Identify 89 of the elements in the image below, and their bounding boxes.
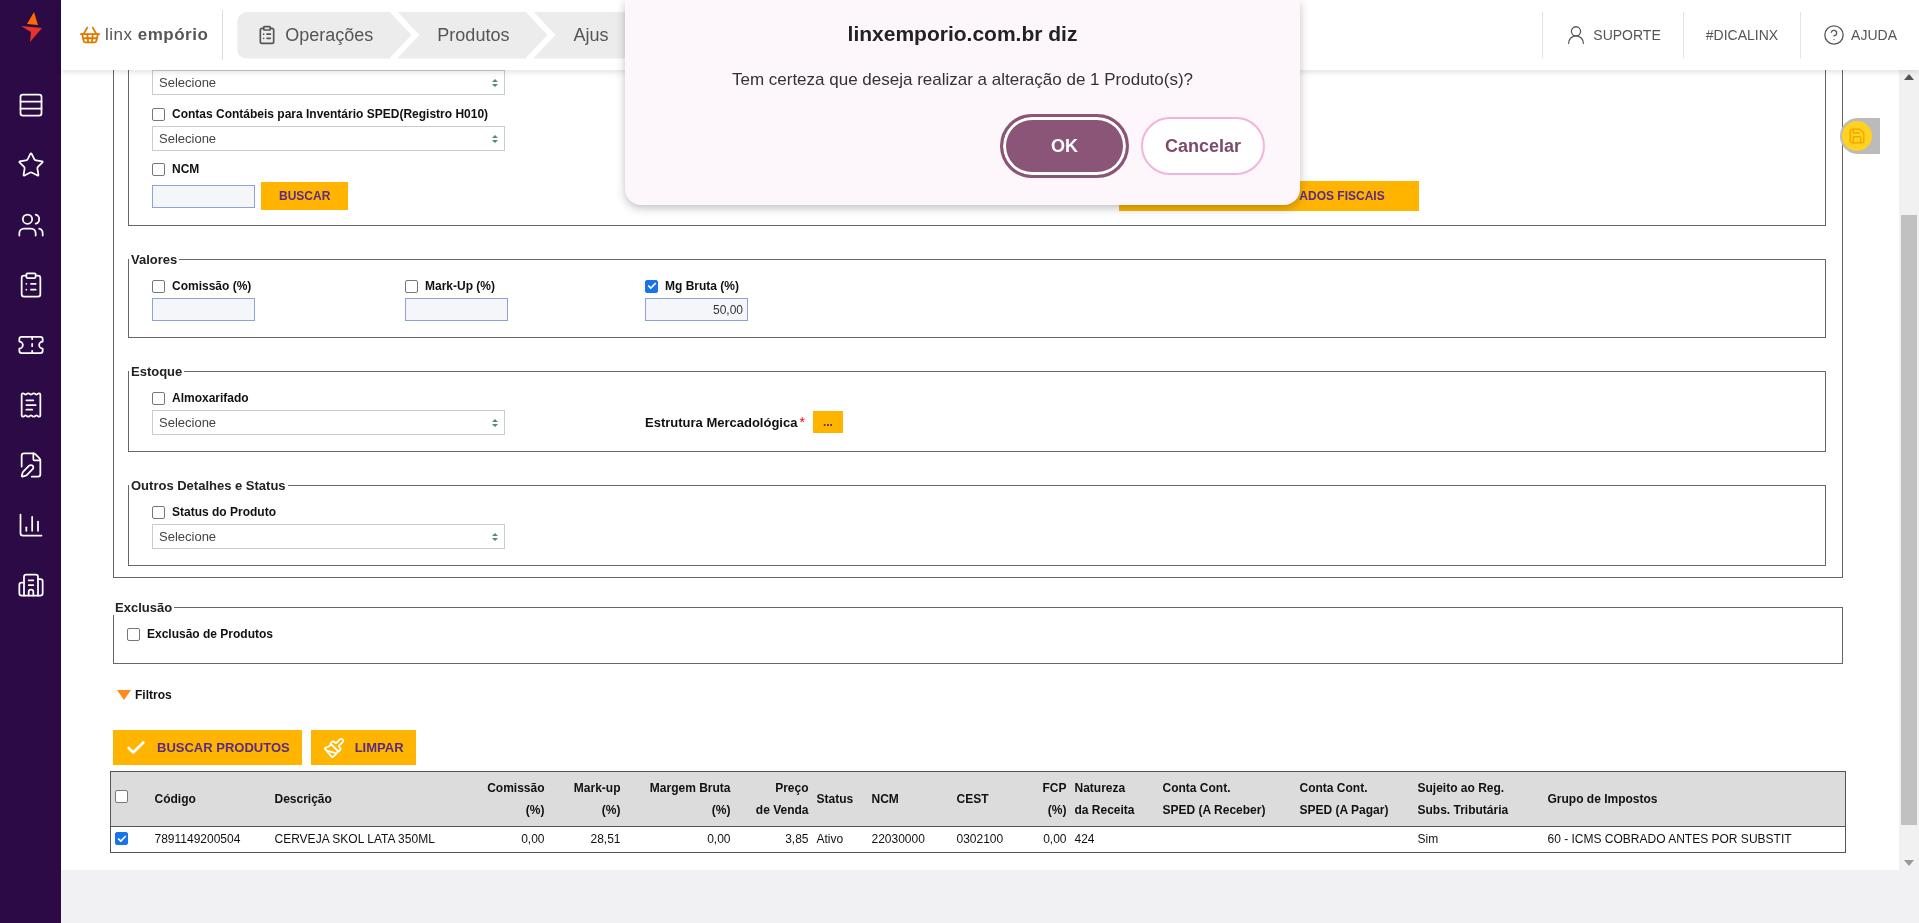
table-cell: 0,00 <box>478 826 549 852</box>
checkbox[interactable] <box>152 162 165 176</box>
checkbox[interactable] <box>115 790 128 803</box>
column-header: CEST <box>952 771 1033 827</box>
table-cell: 424 <box>1070 826 1159 852</box>
table-cell: 22030000 <box>867 826 953 852</box>
select-field[interactable]: Selecione <box>152 524 505 549</box>
column-header: Código <box>150 771 271 827</box>
column-header: NCM <box>867 771 953 827</box>
column-header: Natureza da Receita <box>1070 771 1159 827</box>
checkbox-label[interactable]: Almoxarifado <box>152 389 405 407</box>
dialog-button[interactable]: OK <box>999 114 1129 178</box>
number-input[interactable]: 50,00 <box>645 298 748 321</box>
checkbox[interactable] <box>645 279 658 293</box>
checkbox-label[interactable]: Comissão (%) <box>152 277 405 295</box>
table-cell: 0,00 <box>624 826 735 852</box>
save-icon <box>1848 127 1866 145</box>
caret-icon <box>492 77 498 88</box>
select-field[interactable]: Selecione <box>152 126 505 151</box>
section-title: Outros Detalhes e Status <box>130 478 287 493</box>
column-header: Descrição <box>270 771 479 827</box>
checkbox[interactable] <box>115 832 128 845</box>
select-field[interactable]: Selecione <box>152 410 505 435</box>
table-cell: CERVEJA SKOL LATA 350ML <box>270 826 479 852</box>
checkbox[interactable] <box>405 279 418 293</box>
column-header: Sujeito ao Reg. Subs. Tributária <box>1413 771 1544 827</box>
column-header: FCP (%) <box>1032 771 1071 827</box>
column-header: Margem Bruta (%) <box>624 771 735 827</box>
required-mark: * <box>799 414 805 430</box>
field-label: Estrutura Mercadológica <box>645 414 798 430</box>
brand-name: linx empório <box>105 25 209 45</box>
section-title: Valores <box>130 252 179 267</box>
table-cell: Ativo <box>812 826 868 852</box>
dialog-button[interactable]: Cancelar <box>1140 117 1265 175</box>
dialog-title: linxemporio.com.br diz <box>847 22 1078 46</box>
table-cell: 7891149200504 <box>150 826 271 852</box>
column-header: Grupo de Impostos <box>1543 771 1846 827</box>
brand-logo[interactable]: linx empório <box>61 10 224 60</box>
search-button[interactable]: BUSCAR <box>261 182 349 210</box>
number-input[interactable] <box>405 298 508 321</box>
table-cell: 3,85 <box>734 826 813 852</box>
section-title: Exclusão <box>114 600 174 615</box>
checkbox[interactable] <box>127 627 140 641</box>
header-link[interactable]: SUPORTE <box>1542 12 1683 58</box>
basket-icon <box>79 24 101 46</box>
column-header: Mark-up (%) <box>548 771 625 827</box>
breadcrumb-item[interactable]: Operações <box>237 11 412 59</box>
caret-icon <box>492 531 498 542</box>
action-button[interactable]: LIMPAR <box>310 730 416 765</box>
checkbox-label[interactable]: Exclusão de Produtos <box>127 625 1818 643</box>
dialog-message: Tem certeza que deseja realizar a alteração de 1 Produto(s)? <box>731 70 1194 90</box>
scroll-up-icon[interactable] <box>1904 74 1914 80</box>
filters-toggle[interactable]: Filtros <box>117 688 172 702</box>
section-title: Estoque <box>130 364 184 379</box>
ncm-input[interactable] <box>152 184 255 208</box>
scrollbar[interactable] <box>1899 70 1919 870</box>
table-cell: 28,51 <box>548 826 625 852</box>
checkbox[interactable] <box>152 107 165 121</box>
column-header: Conta Cont. SPED (A Receber) <box>1158 771 1296 827</box>
scroll-down-icon[interactable] <box>1904 860 1914 866</box>
checkbox-label[interactable]: Mark-Up (%) <box>405 277 645 295</box>
more-button[interactable]: ... <box>812 411 843 433</box>
number-input[interactable] <box>152 298 255 321</box>
header-link[interactable]: AJUDA <box>1800 12 1919 58</box>
action-button[interactable]: BUSCAR PRODUTOS <box>113 730 302 765</box>
caret-icon <box>492 417 498 428</box>
building-icon[interactable] <box>16 571 45 599</box>
select-field[interactable]: Selecione <box>152 70 505 95</box>
table-cell: 0302100 <box>952 826 1033 852</box>
checkbox[interactable] <box>152 279 165 293</box>
star-icon[interactable] <box>16 151 45 179</box>
breadcrumb-item[interactable]: Produtos <box>397 11 548 59</box>
column-header: Status <box>812 771 868 827</box>
checkbox[interactable] <box>152 391 165 405</box>
column-header: Preço de Venda <box>734 771 813 827</box>
help-icon <box>1823 24 1846 46</box>
checkbox-label[interactable]: Status do Produto <box>152 503 1801 521</box>
checkbox-label[interactable]: Mg Bruta (%) <box>645 277 1801 295</box>
table-cell: Sim <box>1413 826 1544 852</box>
checkbox[interactable] <box>152 505 165 519</box>
clipboard-icon <box>257 25 278 45</box>
brush-icon <box>322 736 345 759</box>
caret-icon <box>492 133 498 144</box>
table-cell: 0,00 <box>1032 826 1071 852</box>
users-icon[interactable] <box>16 211 45 239</box>
header-link[interactable]: #DICALINX <box>1682 12 1801 58</box>
column-header: Conta Cont. SPED (A Pagar) <box>1295 771 1414 827</box>
table-cell: 60 - ICMS COBRADO ANTES POR SUBSTIT <box>1543 826 1846 852</box>
column-header: Comissão (%) <box>478 771 549 827</box>
